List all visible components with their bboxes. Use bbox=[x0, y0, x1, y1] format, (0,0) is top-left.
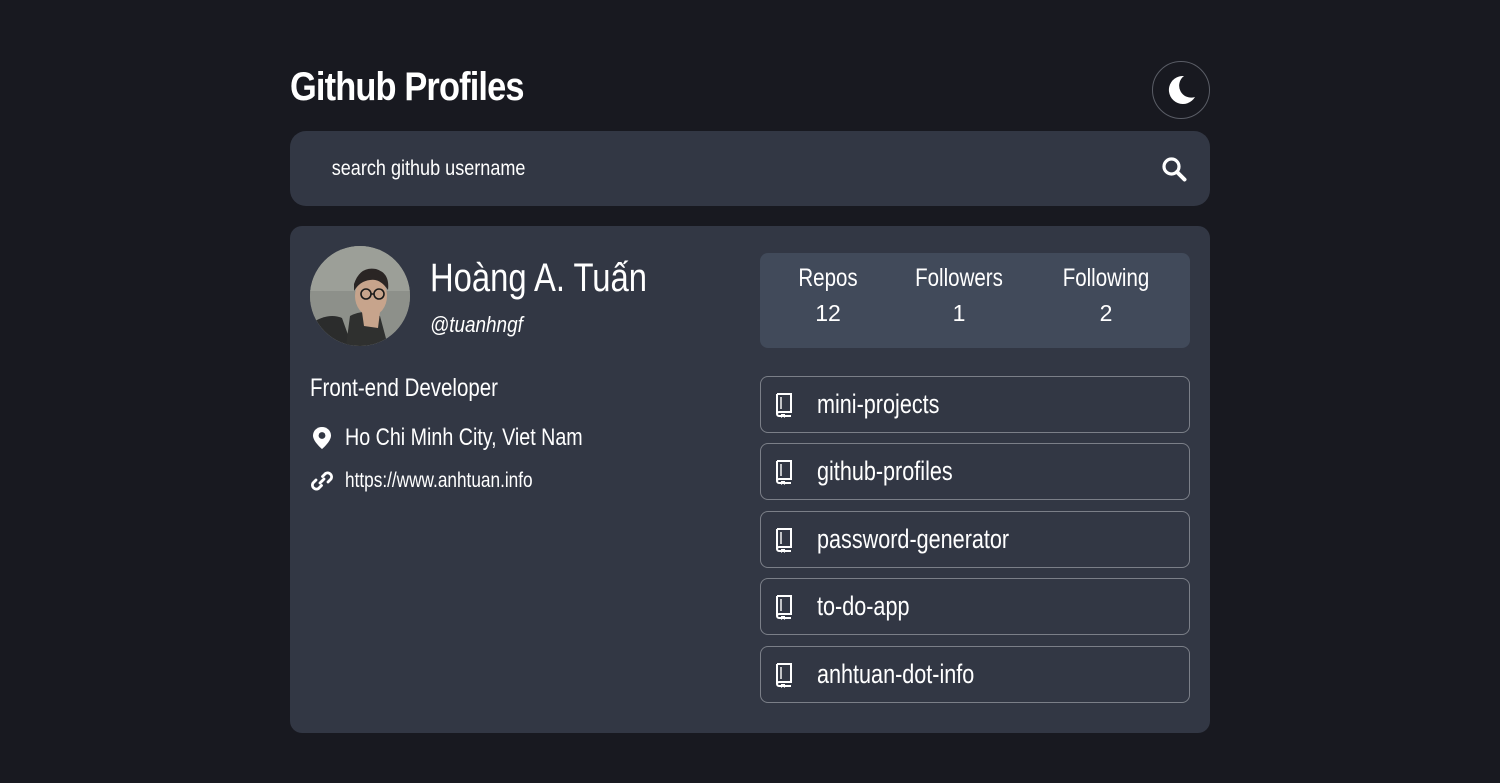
book-icon bbox=[773, 527, 795, 553]
search-icon bbox=[1162, 156, 1187, 181]
stat-label: Followers bbox=[915, 264, 1003, 292]
stats-panel: Repos 12 Followers 1 Following 2 bbox=[760, 253, 1190, 348]
repo-name: github-profiles bbox=[817, 456, 953, 486]
repo-item[interactable]: anhtuan-dot-info bbox=[760, 646, 1190, 703]
header: Github Profiles bbox=[290, 0, 1210, 131]
profile-name: Hoàng A. Tuấn bbox=[430, 256, 648, 300]
stat-value: 2 bbox=[1099, 300, 1113, 326]
repo-name: password-generator bbox=[817, 524, 1010, 554]
repo-name: mini-projects bbox=[817, 389, 940, 419]
repo-name: to-do-app bbox=[817, 591, 910, 621]
stat-following: Following 2 bbox=[1046, 263, 1166, 327]
stat-value: 1 bbox=[952, 300, 966, 326]
repo-name: anhtuan-dot-info bbox=[817, 659, 975, 689]
website-link[interactable]: https://www.anhtuan.info bbox=[345, 469, 533, 493]
profile-username: @tuanhngf bbox=[430, 312, 523, 337]
stat-repos: Repos 12 bbox=[768, 263, 888, 327]
moon-icon bbox=[1168, 75, 1195, 104]
app-container: Github Profiles search github username H… bbox=[290, 0, 1210, 733]
theme-toggle-button[interactable] bbox=[1152, 61, 1210, 119]
map-pin-icon bbox=[310, 426, 334, 450]
repo-item[interactable]: password-generator bbox=[760, 511, 1190, 568]
repo-item[interactable]: mini-projects bbox=[760, 376, 1190, 433]
book-icon bbox=[773, 662, 795, 688]
repo-item[interactable]: github-profiles bbox=[760, 443, 1190, 500]
profile-card: Hoàng A. Tuấn @tuanhngf Front-end Develo… bbox=[290, 226, 1210, 733]
profile-bio: Front-end Developer bbox=[310, 374, 499, 402]
book-icon bbox=[773, 459, 795, 485]
website-row: https://www.anhtuan.info bbox=[310, 469, 574, 493]
search-button[interactable] bbox=[1158, 153, 1190, 185]
link-icon bbox=[310, 469, 334, 493]
search-bar bbox=[290, 131, 1210, 206]
stat-label: Following bbox=[1062, 264, 1150, 292]
location-text: Ho Chi Minh City, Viet Nam bbox=[345, 424, 583, 451]
stat-followers: Followers 1 bbox=[899, 263, 1019, 327]
search-input[interactable] bbox=[330, 147, 1043, 190]
book-icon bbox=[773, 594, 795, 620]
avatar bbox=[310, 246, 410, 346]
page-title: Github Profiles bbox=[290, 65, 525, 109]
stat-value: 12 bbox=[815, 300, 841, 326]
location-row: Ho Chi Minh City, Viet Nam bbox=[310, 424, 635, 452]
stat-label: Repos bbox=[798, 264, 858, 292]
book-icon bbox=[773, 392, 795, 418]
avatar-image bbox=[310, 246, 410, 346]
repo-item[interactable]: to-do-app bbox=[760, 578, 1190, 635]
